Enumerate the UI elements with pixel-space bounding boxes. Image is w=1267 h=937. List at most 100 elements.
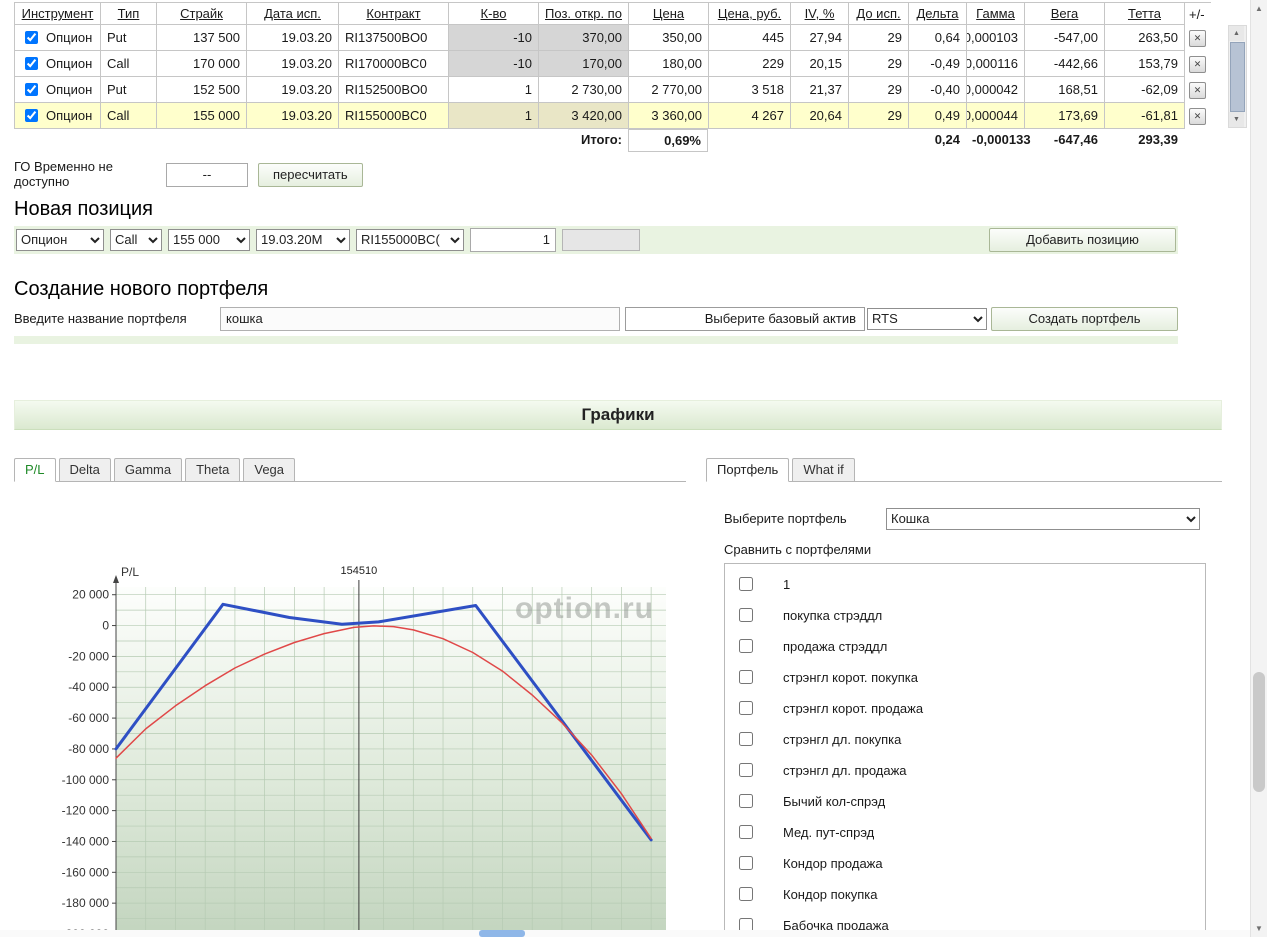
column-header-10[interactable]: IV, %: [791, 3, 849, 25]
position-cell: 29: [849, 25, 909, 51]
column-header-8[interactable]: Цена: [629, 3, 709, 25]
table-scroll-down-icon[interactable]: ▼: [1229, 112, 1244, 127]
portfolio-name: стрэнгл корот. покупка: [783, 669, 918, 685]
portfolio-select[interactable]: Кошка: [886, 507, 1200, 530]
totals-value: 293,39: [1138, 132, 1178, 147]
compare-portfolio-checkbox[interactable]: [739, 887, 753, 902]
tab-p-l[interactable]: P/L: [14, 457, 56, 482]
horizontal-scrollbar-thumb[interactable]: [479, 930, 525, 937]
contract-select[interactable]: RI155000BC(: [356, 228, 464, 251]
column-header-15[interactable]: Тетта: [1105, 3, 1185, 25]
add-position-button[interactable]: Добавить позицию: [989, 227, 1176, 252]
base-asset-label: Выберите базовый актив: [704, 311, 856, 327]
option-type-select[interactable]: Call: [110, 228, 162, 251]
tab-delta[interactable]: Delta: [58, 457, 111, 481]
instrument-label: Опцион: [46, 82, 93, 97]
row-enabled-checkbox[interactable]: [25, 57, 38, 70]
position-cell: 263,50: [1105, 25, 1185, 51]
column-header-16: +/-: [1189, 6, 1205, 22]
svg-text:-100 000: -100 000: [62, 773, 110, 787]
compare-portfolio-checkbox[interactable]: [739, 639, 753, 654]
row-enabled-checkbox[interactable]: [25, 109, 38, 122]
compare-portfolio-checkbox[interactable]: [739, 577, 753, 592]
page-scrollbar[interactable]: ▲ ▼: [1250, 0, 1267, 937]
horizontal-scrollbar[interactable]: [0, 930, 1250, 937]
compare-portfolio-checkbox[interactable]: [739, 763, 753, 778]
delete-position-button[interactable]: ✕: [1189, 55, 1206, 73]
tab-vega[interactable]: Vega: [243, 457, 296, 481]
strike-select[interactable]: 155 000: [168, 228, 250, 251]
delete-position-button[interactable]: ✕: [1189, 81, 1206, 99]
scroll-up-icon[interactable]: ▲: [1251, 0, 1267, 17]
quantity-input[interactable]: [470, 227, 556, 252]
column-header-6[interactable]: К-во: [449, 3, 539, 25]
compare-portfolio-checkbox[interactable]: [739, 701, 753, 716]
position-cell: 229: [709, 51, 791, 77]
position-cell: 0,000044: [967, 103, 1025, 129]
tab-theta[interactable]: Theta: [185, 457, 241, 481]
recalculate-button[interactable]: пересчитать: [258, 162, 363, 187]
svg-text:-20 000: -20 000: [68, 649, 109, 663]
portfolio-name: 1: [783, 576, 791, 592]
compare-portfolio-checkbox[interactable]: [739, 856, 753, 871]
exp-date-select[interactable]: 19.03.20М: [256, 228, 350, 251]
position-cell: Put: [101, 77, 157, 103]
compare-portfolio-checkbox[interactable]: [739, 732, 753, 747]
column-header-11[interactable]: До исп.: [849, 3, 909, 25]
base-asset-select[interactable]: RTS: [867, 307, 987, 330]
portfolio-name-input[interactable]: [220, 306, 620, 331]
table-scroll-up-icon[interactable]: ▲: [1229, 26, 1244, 41]
table-scrollbar-thumb[interactable]: [1230, 42, 1245, 112]
row-enabled-checkbox[interactable]: [25, 83, 38, 96]
instrument-select[interactable]: Опцион: [16, 228, 104, 251]
portfolio-list-item: Бычий кол-спрэд: [725, 786, 1205, 817]
position-cell: Опцион: [15, 51, 101, 77]
column-header-5[interactable]: Контракт: [339, 3, 449, 25]
svg-text:-40 000: -40 000: [68, 680, 109, 694]
column-header-9[interactable]: Цена, руб.: [709, 3, 791, 25]
column-header-12[interactable]: Дельта: [909, 3, 967, 25]
position-cell: RI170000BC0: [339, 51, 449, 77]
instrument-label: Опцион: [46, 30, 93, 45]
position-cell: -62,09: [1105, 77, 1185, 103]
tab-what-if[interactable]: What if: [792, 457, 855, 481]
tab-gamma[interactable]: Gamma: [113, 457, 183, 481]
base-asset-box: Выберите базовый актив: [625, 306, 865, 331]
compare-portfolio-checkbox[interactable]: [739, 608, 753, 623]
position-cell: 3 420,00: [539, 103, 629, 129]
delete-position-button[interactable]: ✕: [1189, 107, 1206, 125]
position-cell: RI137500BO0: [339, 25, 449, 51]
page-scrollbar-thumb[interactable]: [1253, 672, 1265, 792]
column-header-14[interactable]: Вега: [1025, 3, 1105, 25]
position-cell: Опцион: [15, 103, 101, 129]
compare-portfolios-list: 1 покупка стрэддл продажа стрэддл стрэнгл к…: [724, 562, 1206, 937]
column-header-1[interactable]: Инструмент: [15, 3, 101, 25]
position-cell: -10: [449, 51, 539, 77]
totals-empty: [790, 129, 848, 152]
column-header-4[interactable]: Дата исп.: [247, 3, 339, 25]
compare-portfolio-checkbox[interactable]: [739, 670, 753, 685]
column-header-2[interactable]: Тип: [101, 3, 157, 25]
positions-table-section: Инструмент Тип Страйк Дата исп. Контракт К-во…: [14, 2, 1250, 152]
create-portfolio-button[interactable]: Создать портфель: [991, 306, 1178, 331]
column-header-7[interactable]: Поз. откр. по: [539, 3, 629, 25]
column-header-3[interactable]: Страйк: [157, 3, 247, 25]
delete-position-button[interactable]: ✕: [1189, 29, 1206, 47]
portfolio-name: стрэнгл корот. продажа: [783, 700, 924, 716]
watermark: option.ru: [515, 592, 654, 625]
position-cell: -0,000116: [967, 51, 1025, 77]
compare-portfolio-checkbox[interactable]: [739, 825, 753, 840]
tab-портфель[interactable]: Портфель: [706, 457, 790, 482]
table-scrollbar[interactable]: ▲ ▼: [1228, 25, 1247, 128]
compare-portfolio-checkbox[interactable]: [739, 794, 753, 809]
column-header-13[interactable]: Гамма: [967, 3, 1025, 25]
portfolio-list-item: Мед. пут-спрэд: [725, 817, 1205, 848]
position-cell: RI155000BC0: [339, 103, 449, 129]
svg-text:-160 000: -160 000: [62, 865, 110, 879]
scroll-down-icon[interactable]: ▼: [1251, 920, 1267, 937]
row-enabled-checkbox[interactable]: [25, 31, 38, 44]
totals-empty: [448, 129, 538, 152]
position-cell: -0,40: [909, 77, 967, 103]
go-value-input[interactable]: [166, 162, 248, 187]
totals-value: -0,000133: [972, 132, 1031, 147]
